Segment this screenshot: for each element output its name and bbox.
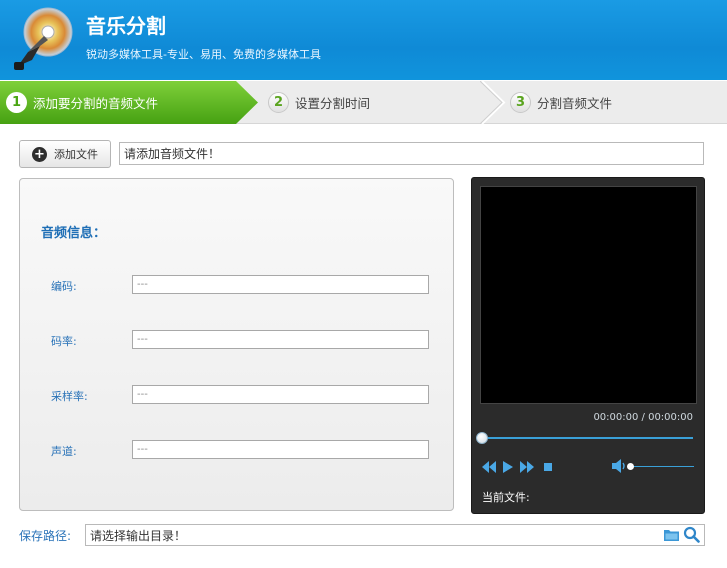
sample-rate-field — [132, 385, 429, 404]
media-player: 00:00:00 / 00:00:00 当前文件: — [471, 177, 705, 514]
step-set-time[interactable]: 2 设置分割时间 — [268, 81, 370, 124]
sample-rate-label: 采样率: — [51, 390, 88, 403]
step-add-file[interactable]: 1 添加要分割的音频文件 — [6, 81, 158, 124]
current-file-label: 当前文件: — [482, 491, 530, 504]
step-number: 1 — [6, 92, 27, 113]
step-label: 分割音频文件 — [537, 96, 613, 111]
step-label: 设置分割时间 — [295, 96, 371, 111]
channels-field — [132, 440, 429, 459]
stop-icon[interactable] — [543, 460, 553, 474]
progress-handle[interactable] — [476, 432, 488, 444]
progress-bar[interactable] — [482, 437, 693, 439]
volume-handle[interactable] — [627, 463, 634, 470]
video-screen — [480, 186, 697, 404]
app-subtitle: 锐动多媒体工具-专业、易用、免费的多媒体工具 — [86, 48, 321, 61]
app-title: 音乐分割 — [86, 14, 166, 38]
add-file-label: 添加文件 — [54, 148, 98, 161]
search-icon[interactable] — [683, 526, 700, 543]
save-path-label: 保存路径: — [19, 529, 72, 543]
step-number: 3 — [510, 92, 531, 113]
folder-icon[interactable] — [664, 528, 679, 541]
codec-field — [132, 275, 429, 294]
step-separator — [480, 81, 506, 124]
plus-circle-icon: + — [32, 146, 47, 162]
codec-label: 编码: — [51, 280, 77, 293]
fast-forward-icon[interactable] — [520, 460, 534, 474]
volume-icon[interactable] — [612, 459, 628, 473]
step-number: 2 — [268, 92, 289, 113]
step-split-file[interactable]: 3 分割音频文件 — [510, 81, 612, 124]
volume-slider[interactable] — [630, 466, 694, 467]
audio-info-panel: 音频信息： 编码: 码率: 采样率: 声道: — [19, 178, 454, 511]
music-disc-logo-icon — [14, 7, 73, 70]
play-icon[interactable] — [503, 460, 513, 474]
rewind-icon[interactable] — [482, 460, 496, 474]
channels-label: 声道: — [51, 445, 77, 458]
step-label: 添加要分割的音频文件 — [33, 96, 159, 111]
audio-info-title: 音频信息： — [41, 226, 107, 241]
bitrate-field — [132, 330, 429, 349]
time-display: 00:00:00 / 00:00:00 — [593, 412, 693, 423]
save-path-input[interactable] — [85, 524, 705, 546]
bitrate-label: 码率: — [51, 335, 77, 348]
add-file-button[interactable]: + 添加文件 — [19, 140, 111, 168]
audio-file-input[interactable] — [119, 142, 704, 165]
app-header: 音乐分割 锐动多媒体工具-专业、易用、免费的多媒体工具 — [0, 0, 727, 80]
